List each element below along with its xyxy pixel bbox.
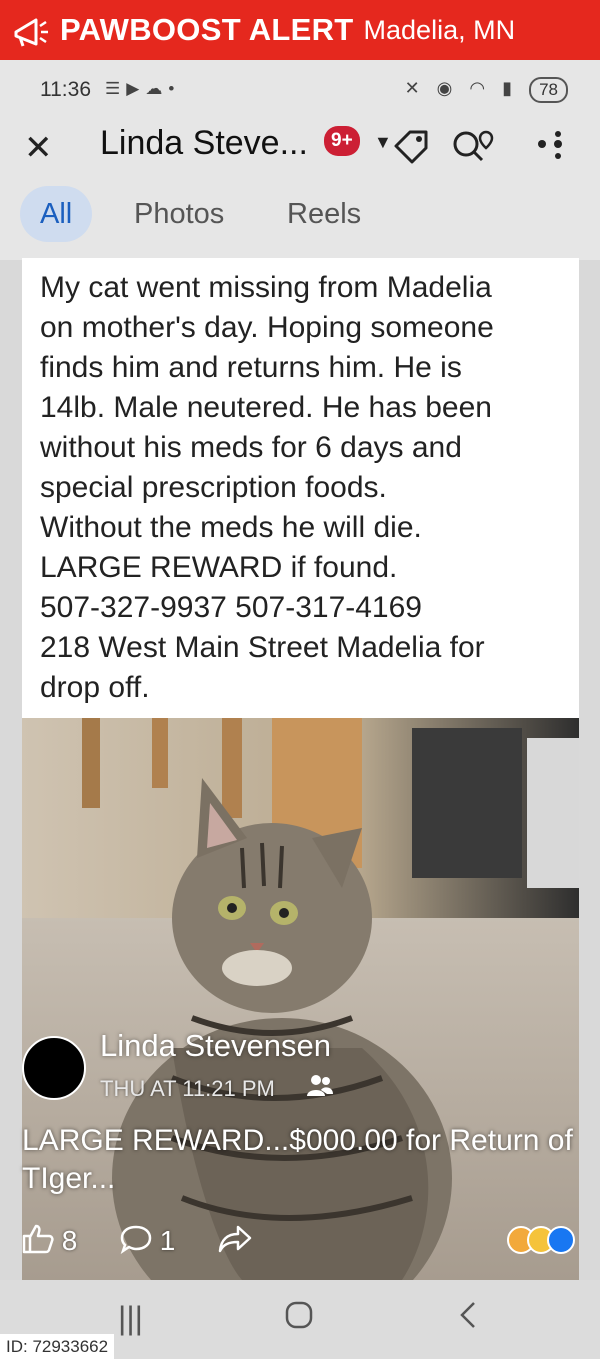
phone-status-bar: 11:36 ☰▶☁• ✕ ◉ ◠ ▮ 78: [0, 60, 600, 116]
facebook-header: ✕ Linda Steve... 9+ ▼: [0, 116, 600, 180]
share-button[interactable]: [218, 1224, 252, 1257]
thumbs-up-icon: [22, 1224, 54, 1254]
tab-reels[interactable]: Reels: [267, 186, 381, 242]
notification-icons: ☰▶☁•: [105, 79, 181, 98]
alert-id-label: ID: 72933662: [0, 1334, 115, 1359]
comment-button[interactable]: 1: [120, 1224, 175, 1257]
battery-indicator: 78: [529, 77, 568, 103]
post-timestamp: THU AT 11:21 PM: [100, 1076, 275, 1101]
post-text: My cat went missing from Madelia on moth…: [40, 271, 494, 704]
like-count: 8: [61, 1225, 78, 1256]
reactions-summary[interactable]: [507, 1226, 575, 1254]
alert-brand: PAWBOOST ALERT: [60, 12, 354, 47]
chevron-down-icon[interactable]: ▼: [374, 132, 392, 153]
comment-count: 1: [159, 1225, 176, 1256]
tag-icon[interactable]: [392, 128, 430, 174]
like-reaction-icon: [547, 1226, 575, 1254]
pawboost-alert-banner: PAWBOOST ALERT Madelia, MN: [0, 0, 600, 60]
filter-tabs: All Photos Reels: [0, 180, 600, 260]
signal-wifi-icons: ✕ ◉ ◠ ▮: [404, 78, 518, 98]
friends-audience-icon: [307, 1074, 333, 1102]
search-icon[interactable]: [450, 128, 494, 174]
post-caption[interactable]: LARGE REWARD...$000.00 for Return of TIg…: [22, 1122, 579, 1198]
alert-location: Madelia, MN: [363, 14, 516, 45]
like-button[interactable]: 8: [22, 1224, 77, 1257]
megaphone-icon: [14, 18, 48, 47]
notification-badge[interactable]: 9+: [324, 126, 360, 156]
close-icon[interactable]: ✕: [24, 128, 53, 168]
recent-apps-icon[interactable]: |||: [118, 1300, 143, 1337]
page-title[interactable]: Linda Steve...: [100, 124, 308, 163]
home-icon[interactable]: [284, 1300, 314, 1338]
more-options-icon[interactable]: [536, 128, 572, 176]
tab-photos[interactable]: Photos: [114, 186, 244, 242]
post-card: My cat went missing from Madelia on moth…: [22, 258, 579, 1280]
tab-all[interactable]: All: [20, 186, 93, 242]
poster-name[interactable]: Linda Stevensen: [100, 1028, 331, 1064]
post-actions: 8 1: [22, 1220, 579, 1264]
avatar[interactable]: [22, 1036, 86, 1100]
back-icon[interactable]: [456, 1300, 480, 1338]
status-time: 11:36: [40, 78, 91, 101]
share-icon: [218, 1225, 252, 1253]
comment-icon: [120, 1225, 152, 1255]
